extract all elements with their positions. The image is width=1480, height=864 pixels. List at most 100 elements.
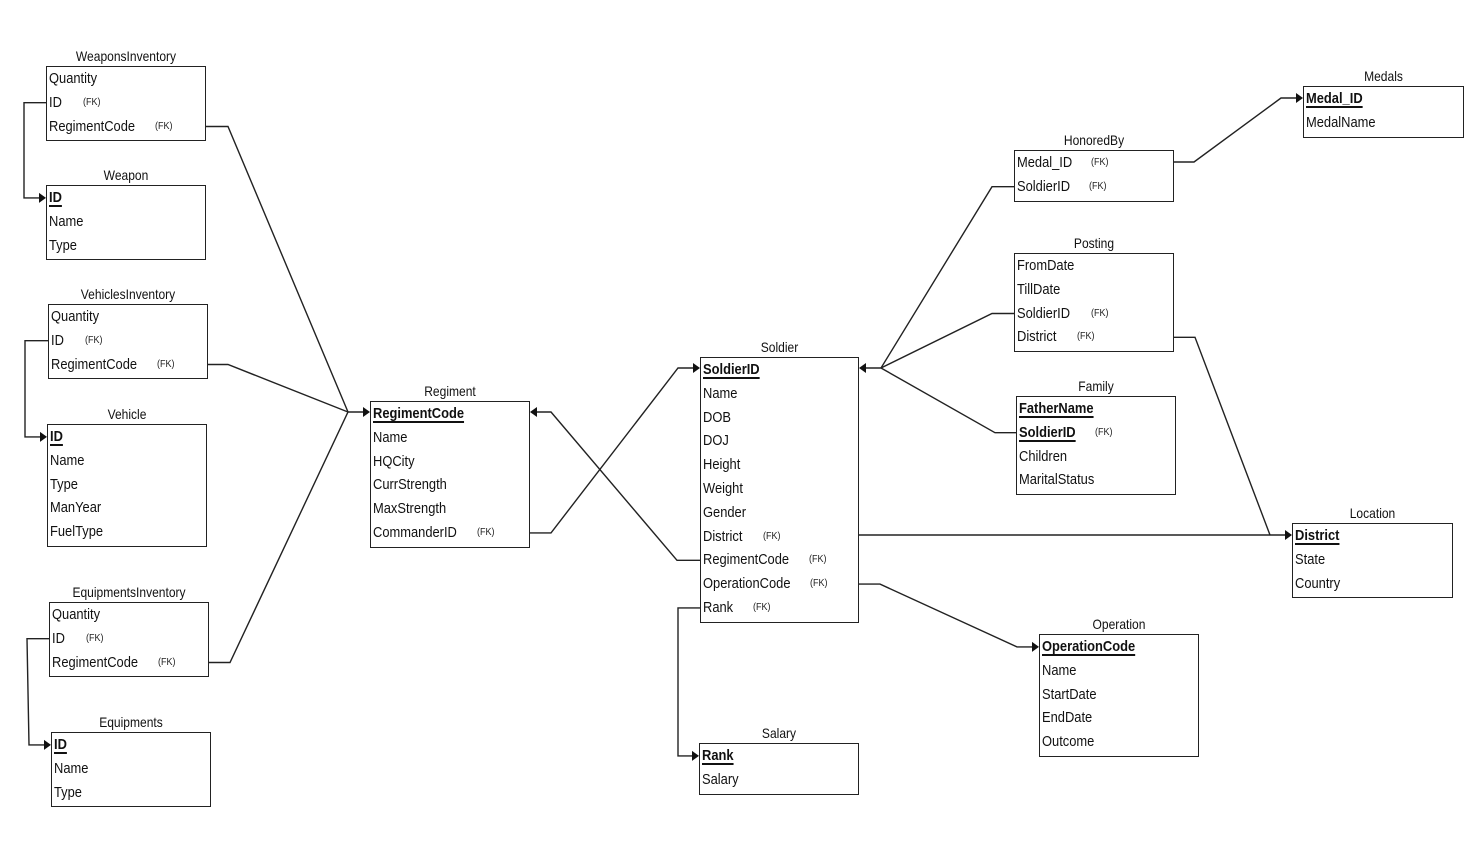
entity-title: HonoredBy [1063, 132, 1125, 148]
primary-key-attribute[interactable]: ID [49, 186, 205, 210]
attribute-row[interactable]: RegimentCode (FK) [49, 115, 205, 139]
link-posting-location [1174, 336, 1271, 536]
link-soldier-operation [859, 583, 1033, 648]
link-regiment-soldier [530, 367, 694, 534]
attribute-row[interactable]: Type [49, 234, 205, 258]
attribute-row[interactable]: Quantity [49, 67, 205, 91]
attribute-row[interactable]: ID (FK) [51, 329, 207, 353]
primary-key-attribute[interactable]: District [1295, 524, 1452, 548]
attribute-name: Quantity [49, 70, 98, 87]
attribute-row[interactable]: District (FK) [1017, 325, 1173, 349]
attribute-row[interactable]: Name [54, 757, 210, 781]
attribute-row[interactable]: Salary [702, 768, 858, 792]
attribute-row[interactable]: Type [54, 781, 210, 805]
attribute-row[interactable]: OperationCode (FK) [703, 572, 858, 596]
primary-key-attribute[interactable]: Rank [702, 744, 858, 768]
attribute-row[interactable]: Children [1019, 445, 1175, 469]
attribute-row[interactable]: CurrStrength [373, 473, 529, 497]
entity-salary[interactable]: Salary Rank Salary [699, 725, 859, 795]
attribute-row[interactable]: Quantity [52, 603, 208, 627]
primary-key-attribute[interactable]: FatherName [1019, 397, 1175, 421]
entity-weapon[interactable]: Weapon ID Name Type [46, 167, 206, 261]
attribute-row[interactable]: SoldierID (FK) [1017, 302, 1173, 326]
entity-posting[interactable]: Posting FromDate TillDate SoldierID (FK) Dist… [1014, 235, 1174, 353]
entity-box: Quantity ID (FK) RegimentCode (FK) [48, 304, 208, 380]
entity-title: Regiment [424, 383, 476, 399]
attribute-row[interactable]: DOJ [703, 429, 858, 453]
attribute-row[interactable]: StartDate [1042, 683, 1198, 707]
entity-honoredby[interactable]: HonoredBy Medal_ID (FK) SoldierID (FK) [1014, 132, 1174, 202]
entity-title: Medals [1364, 68, 1403, 84]
attribute-row[interactable]: Outcome [1042, 730, 1198, 754]
attribute-row[interactable]: Country [1295, 572, 1452, 596]
entity-vehicle[interactable]: Vehicle ID Name Type ManYear FuelType [47, 406, 207, 547]
attribute-name: Name [49, 212, 84, 230]
entity-weaponsinventory[interactable]: WeaponsInventory Quantity ID (FK) RegimentCo… [46, 48, 206, 142]
entity-equipments[interactable]: Equipments ID Name Type [51, 714, 211, 808]
attribute-row[interactable]: Height [703, 453, 858, 477]
foreign-key-marker: (FK) [753, 601, 771, 613]
attribute-row[interactable]: RegimentCode (FK) [703, 548, 858, 572]
attribute-row[interactable]: Rank (FK) [703, 596, 858, 620]
attribute-row[interactable]: MaritalStatus [1019, 468, 1175, 492]
attribute-name: EndDate [1042, 709, 1093, 727]
attribute-row[interactable]: State [1295, 548, 1452, 572]
foreign-key-marker: (FK) [83, 96, 101, 108]
attribute-row[interactable]: RegimentCode (FK) [51, 353, 207, 377]
arrowhead-icon [39, 192, 46, 203]
entity-box: Quantity ID (FK) RegimentCode (FK) [49, 602, 209, 678]
attribute-name: State [1295, 550, 1326, 568]
attribute-row[interactable]: Name [50, 449, 206, 473]
attribute-row[interactable]: Name [49, 210, 205, 234]
primary-key-attribute[interactable]: ID [54, 733, 210, 757]
attribute-row[interactable]: ID (FK) [49, 91, 205, 115]
attribute-row[interactable]: Name [703, 382, 858, 406]
attribute-row[interactable]: FuelType [50, 520, 206, 544]
attribute-row[interactable]: Name [1042, 659, 1198, 683]
attribute-name: District [703, 527, 743, 545]
attribute-row[interactable]: MedalName [1306, 111, 1463, 135]
attribute-name: FromDate [1017, 257, 1075, 274]
attribute-name: Salary [702, 770, 739, 788]
attribute-name: ManYear [50, 499, 102, 517]
entity-family[interactable]: Family FatherName SoldierID (FK) Children Mar… [1016, 378, 1176, 496]
attribute-name: FuelType [50, 523, 104, 541]
primary-key-attribute[interactable]: OperationCode [1042, 635, 1198, 659]
attribute-row[interactable]: Name [373, 426, 529, 450]
attribute-row[interactable]: HQCity [373, 450, 529, 474]
attribute-row[interactable]: EndDate [1042, 706, 1198, 730]
entity-medals[interactable]: Medals Medal_ID MedalName [1303, 68, 1464, 138]
attribute-row[interactable]: Medal_ID (FK) [1017, 151, 1173, 175]
link-soldier-regiment [536, 411, 700, 561]
attribute-row[interactable]: ManYear [50, 496, 206, 520]
primary-key-attribute[interactable]: SoldierID (FK) [1019, 421, 1175, 445]
attribute-row[interactable]: CommanderID (FK) [373, 521, 529, 545]
primary-key-attribute[interactable]: Medal_ID [1306, 87, 1463, 111]
primary-key-attribute[interactable]: RegimentCode [373, 402, 529, 426]
attribute-name: Children [1019, 447, 1068, 465]
attribute-row[interactable]: Type [50, 473, 206, 497]
attribute-name: Name [54, 759, 89, 777]
entity-vehiclesinventory[interactable]: VehiclesInventory Quantity ID (FK) RegimentC… [48, 286, 208, 380]
attribute-row[interactable]: Quantity [51, 305, 207, 329]
entity-operation[interactable]: Operation OperationCode Name StartDate EndDa… [1039, 616, 1199, 757]
attribute-row[interactable]: Gender [703, 501, 858, 525]
entity-equipmentsinventory[interactable]: EquipmentsInventory Quantity ID (FK) Regimen… [49, 584, 209, 678]
attribute-row[interactable]: TillDate [1017, 278, 1173, 302]
attribute-name: Quantity [52, 606, 101, 623]
attribute-row[interactable]: DOB [703, 406, 858, 430]
primary-key-attribute[interactable]: ID [50, 425, 206, 449]
attribute-row[interactable]: ID (FK) [52, 627, 208, 651]
entity-location[interactable]: Location District State Country [1292, 505, 1453, 599]
attribute-row[interactable]: SoldierID (FK) [1017, 175, 1173, 199]
primary-key-attribute[interactable]: SoldierID [703, 358, 858, 382]
entity-soldier[interactable]: Soldier SoldierID Name DOB DOJ Height Weight Ge… [700, 339, 859, 623]
attribute-row[interactable]: District (FK) [703, 525, 858, 549]
arrowhead-icon [1285, 530, 1292, 540]
attribute-row[interactable]: Weight [703, 477, 858, 501]
attribute-row[interactable]: FromDate [1017, 254, 1173, 278]
attribute-row[interactable]: MaxStrength [373, 497, 529, 521]
attribute-row[interactable]: RegimentCode (FK) [52, 651, 208, 675]
entity-regiment[interactable]: Regiment RegimentCode Name HQCity CurrStreng… [370, 383, 530, 548]
link-equipmentsinventory-regiment [209, 411, 364, 664]
